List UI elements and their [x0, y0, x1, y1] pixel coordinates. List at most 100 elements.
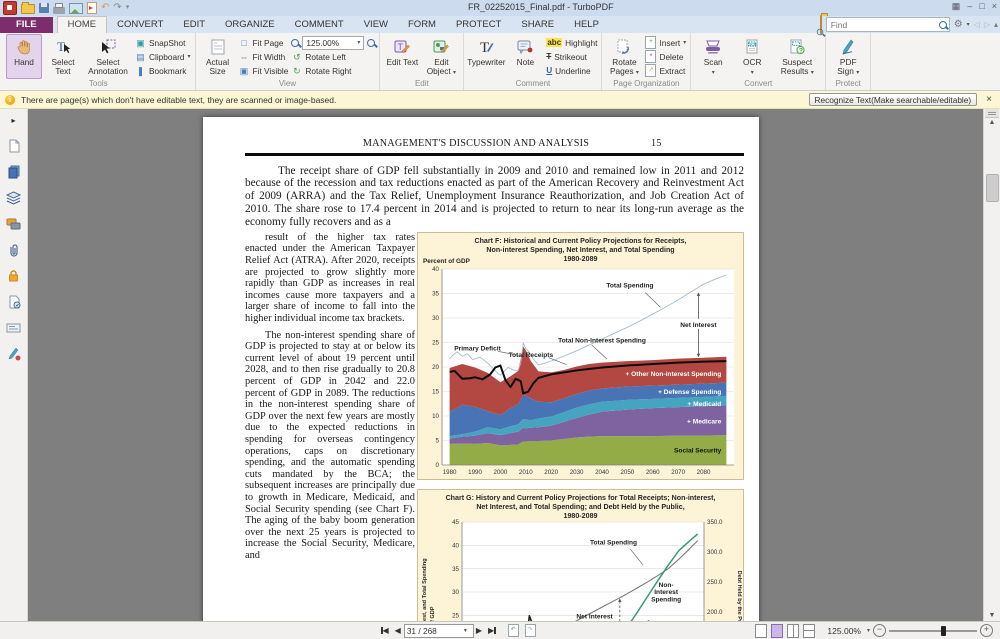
zoom-out-icon[interactable]: [291, 39, 299, 47]
collapse-panel-icon[interactable]: ▸: [5, 112, 23, 128]
svg-text:30: 30: [452, 589, 459, 596]
highlight-button[interactable]: abc Highlight: [546, 36, 597, 49]
typewriter-button[interactable]: T Typewriter: [468, 34, 504, 79]
edit-object-button[interactable]: Edit Object ▾: [423, 34, 459, 79]
find-next-icon[interactable]: ▷: [984, 20, 990, 29]
tab-file[interactable]: FILE: [0, 17, 53, 33]
svg-text:OCR: OCR: [749, 43, 757, 47]
open-folder-icon[interactable]: [21, 4, 35, 14]
restore-icon[interactable]: □: [979, 1, 984, 12]
previous-page-button[interactable]: ◀: [392, 626, 404, 635]
attachments-panel-icon[interactable]: [5, 242, 23, 258]
last-page-button[interactable]: ▶: [485, 626, 499, 635]
minimize-icon[interactable]: –: [967, 1, 972, 12]
scrollbar-track[interactable]: [984, 128, 1000, 611]
snapshot-button[interactable]: ▣ SnapShot: [135, 36, 191, 49]
undo-icon[interactable]: ↶: [101, 3, 109, 13]
actual-size-button[interactable]: Actual Size: [200, 34, 236, 79]
layout-grid-icon[interactable]: ▦: [952, 1, 961, 12]
security-panel-icon[interactable]: [5, 268, 23, 284]
export-page-icon[interactable]: [87, 2, 97, 14]
redo-icon[interactable]: ↷: [113, 3, 121, 13]
layers-panel-icon[interactable]: [5, 190, 23, 206]
insert-button[interactable]: + Insert ▾: [645, 36, 686, 49]
find-previous-icon[interactable]: ◁: [974, 20, 980, 29]
document-canvas[interactable]: MANAGEMENT'S DISCUSSION AND ANALYSIS 15 …: [28, 109, 983, 621]
zoom-slider[interactable]: [889, 630, 977, 632]
comments-panel-icon[interactable]: [5, 216, 23, 232]
find-options-gear-icon[interactable]: ⚙: [954, 20, 963, 30]
tab-home[interactable]: HOME: [57, 16, 108, 33]
find-options-caret[interactable]: ▾: [967, 21, 970, 28]
first-page-button[interactable]: ◀: [378, 626, 392, 635]
scan-button[interactable]: Scan▾: [695, 34, 731, 79]
zoom-level-combobox[interactable]: 125.00% ▾: [302, 36, 364, 50]
save-icon[interactable]: [39, 3, 49, 13]
split-view-handle[interactable]: [985, 109, 999, 118]
previous-view-button[interactable]: ↶: [505, 624, 522, 637]
destinations-panel-icon[interactable]: [5, 294, 23, 310]
hand-tool-button[interactable]: Hand: [6, 34, 42, 79]
fields-panel-icon[interactable]: [5, 320, 23, 336]
scroll-up-arrow[interactable]: ▲: [989, 118, 996, 128]
find-input[interactable]: [829, 19, 939, 31]
tab-organize[interactable]: ORGANIZE: [215, 17, 285, 33]
window-controls: ▦ – □ ×: [952, 1, 997, 12]
search-folder-icon[interactable]: [820, 16, 822, 34]
rotate-pages-button[interactable]: Rotate Pages ▾: [606, 34, 642, 79]
select-annotation-button[interactable]: Select Annotation: [84, 34, 132, 79]
fit-width-button[interactable]: ⇔ Fit Width: [239, 50, 289, 63]
bookmarks-panel-icon[interactable]: [5, 138, 23, 154]
zoom-out-button[interactable]: −: [873, 624, 886, 637]
close-icon[interactable]: ×: [992, 1, 997, 12]
collapse-ribbon-icon[interactable]: ▴: [994, 20, 998, 30]
pages-panel-icon[interactable]: [5, 164, 23, 180]
tab-edit[interactable]: EDIT: [173, 17, 215, 33]
recognize-text-button[interactable]: Recognize Text(Make searchable/editable): [809, 93, 978, 106]
tab-convert[interactable]: CONVERT: [107, 17, 173, 33]
app-logo[interactable]: [3, 1, 17, 15]
qat-customize-caret[interactable]: ▾: [126, 3, 130, 13]
strikeout-button[interactable]: T Strikeout: [546, 50, 597, 63]
bookmark-button[interactable]: ❚ Bookmark: [135, 64, 191, 77]
rotate-right-button[interactable]: ↻ Rotate Right: [291, 64, 375, 77]
print-icon[interactable]: [53, 7, 65, 14]
extract-button[interactable]: ↗ Extract: [645, 64, 686, 77]
pdf-sign-button[interactable]: PDF Sign ▾: [830, 34, 866, 79]
tab-protect[interactable]: PROTECT: [446, 17, 511, 33]
continuous-view-icon[interactable]: [771, 624, 783, 638]
next-view-button[interactable]: ↷: [522, 624, 539, 637]
page-field-caret[interactable]: ▾: [464, 627, 467, 634]
scrollbar-thumb[interactable]: [986, 174, 999, 202]
fit-visible-button[interactable]: ▣ Fit Visible: [239, 64, 289, 77]
split-view-icon[interactable]: [803, 624, 815, 638]
next-page-button[interactable]: ▶: [473, 626, 485, 635]
scroll-down-arrow[interactable]: ▼: [989, 611, 996, 621]
note-button[interactable]: Note: [507, 34, 543, 79]
left-text-column: result of the higher tax rates enacted u…: [245, 232, 415, 621]
snapshot-image-icon[interactable]: [69, 3, 83, 14]
status-zoom-caret[interactable]: ▾: [867, 627, 870, 634]
notification-close-icon[interactable]: ×: [983, 95, 995, 105]
single-page-view-icon[interactable]: [755, 624, 767, 638]
tab-comment[interactable]: COMMENT: [285, 17, 354, 33]
rotate-left-button[interactable]: ↺ Rotate Left: [291, 50, 375, 63]
tab-form[interactable]: FORM: [398, 17, 446, 33]
tab-help[interactable]: HELP: [564, 17, 609, 33]
edit-text-button[interactable]: T Edit Text: [384, 34, 420, 79]
search-icon[interactable]: [939, 21, 947, 29]
ocr-button[interactable]: OCR OCR▾: [734, 34, 770, 79]
fit-page-button[interactable]: □ Fit Page: [239, 36, 289, 49]
signatures-panel-icon[interactable]: [5, 346, 23, 362]
zoom-slider-thumb[interactable]: [941, 626, 946, 636]
tab-share[interactable]: SHARE: [511, 17, 564, 33]
two-page-view-icon[interactable]: [787, 624, 799, 638]
tab-view[interactable]: VIEW: [354, 17, 398, 33]
zoom-in-icon[interactable]: [367, 39, 375, 47]
clipboard-button[interactable]: ▤ Clipboard ▾: [135, 50, 191, 63]
suspect-results-button[interactable]: ? Suspect Results ▾: [773, 34, 821, 79]
select-text-button[interactable]: T Select Text: [45, 34, 81, 79]
zoom-in-button[interactable]: +: [980, 624, 993, 637]
underline-button[interactable]: U Underline: [546, 64, 597, 77]
delete-button[interactable]: × Delete: [645, 50, 686, 63]
